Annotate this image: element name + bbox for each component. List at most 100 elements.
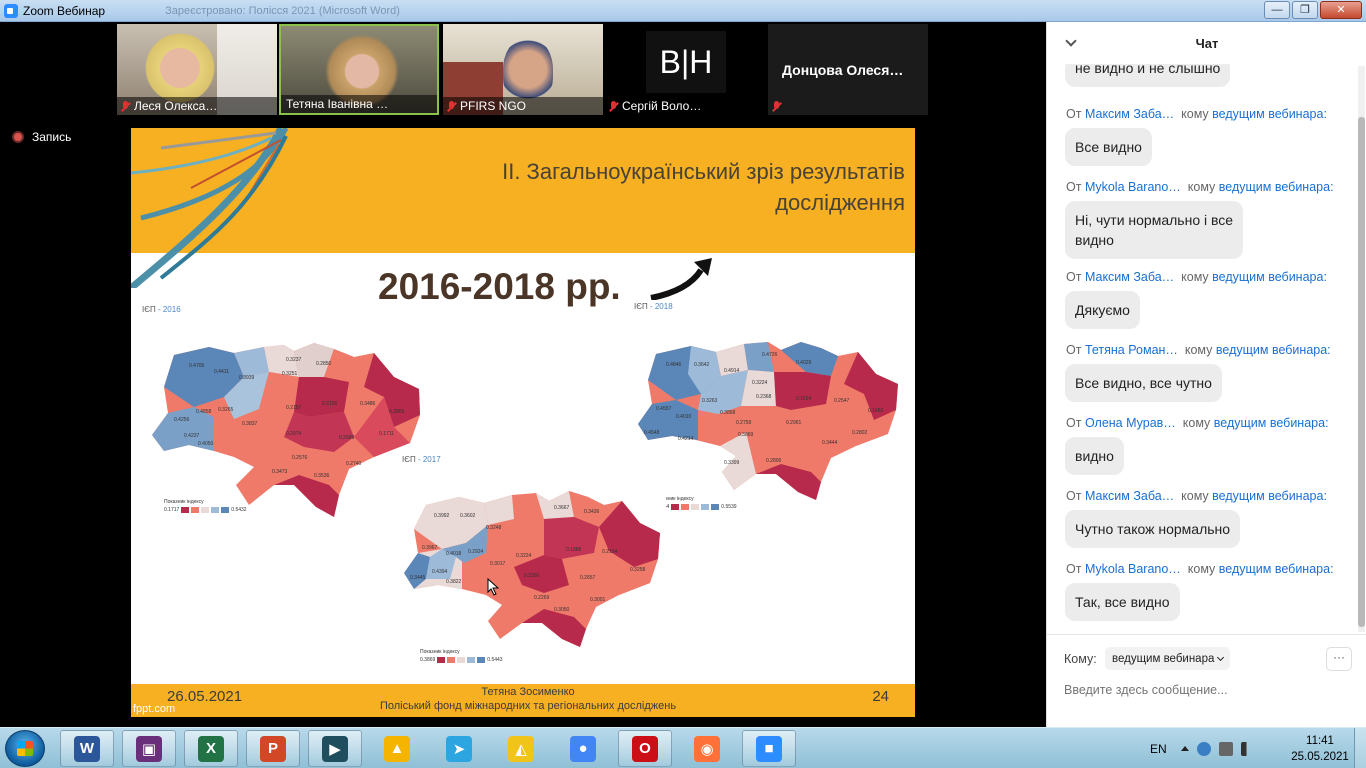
taskbar-excel-button[interactable]: X — [184, 730, 238, 767]
chat-message-bubble: не видно и не слышно — [1065, 64, 1231, 87]
participant-name-bar — [768, 97, 928, 115]
chat-scrollbar-thumb[interactable] — [1358, 117, 1365, 627]
network-icon[interactable] — [1218, 741, 1233, 756]
participant-name-bar: Тетяна Іванівна … — [281, 95, 437, 113]
svg-text:0.3251: 0.3251 — [282, 371, 298, 377]
svg-text:0.3445: 0.3445 — [410, 575, 426, 581]
svg-text:0.4018: 0.4018 — [446, 551, 462, 557]
taskbar-telegram-button[interactable]: ➤ — [432, 730, 486, 767]
chat-message-bubble: видно — [1065, 437, 1124, 475]
excel-icon: X — [198, 735, 224, 762]
more-options-button[interactable]: ··· — [1326, 647, 1352, 671]
taskbar-word-button[interactable]: W — [60, 730, 114, 767]
firefox-icon: ◉ — [694, 735, 720, 762]
svg-text:0.2950: 0.2950 — [524, 573, 540, 579]
taskbar-chrome-button[interactable]: ● — [556, 730, 610, 767]
participant-name: Леся Олекса… — [134, 99, 218, 113]
window-controls: — ❐ ✕ — [1264, 1, 1362, 19]
participant-tile[interactable]: PFIRS NGO — [443, 24, 603, 115]
svg-text:0.4256: 0.4256 — [174, 417, 190, 423]
participant-tile[interactable]: Тетяна Іванівна … — [279, 24, 439, 115]
taskbar-firefox-button[interactable]: ◉ — [680, 730, 734, 767]
map-legend: Показник індексу 0.1664 0.5539 — [654, 496, 737, 510]
slide-title: ІІ. Загальноукраїнський зріз результатів… — [385, 156, 905, 218]
chat-message-bubble: Все видно, все чутно — [1065, 364, 1222, 402]
svg-text:0.3263: 0.3263 — [702, 398, 718, 404]
start-button[interactable] — [5, 730, 45, 767]
slide-title-line-1: ІІ. Загальноукраїнський зріз результатів — [502, 159, 905, 184]
taskbar-powerpoint-button[interactable]: P — [246, 730, 300, 767]
svg-text:0.4726: 0.4726 — [762, 352, 778, 358]
decorative-arrows — [131, 128, 289, 288]
ukraine-map-2017: 0.3992 0.3602 0.3667 0.3436 0.3248 0.396… — [404, 491, 660, 647]
powerpoint-icon: P — [260, 735, 286, 762]
show-desktop-button[interactable] — [1354, 728, 1366, 768]
background-window-title: Зареєстровано: Полісся 2021 (Microsoft W… — [165, 4, 400, 17]
chevron-down-icon — [1217, 653, 1225, 661]
tray-expand-icon[interactable] — [1180, 746, 1189, 751]
maximize-button[interactable]: ❐ — [1292, 1, 1318, 19]
language-indicator[interactable]: EN — [1150, 742, 1167, 756]
map-label: ІЄП - 2017 — [402, 455, 441, 464]
svg-text:0.3050: 0.3050 — [554, 607, 570, 613]
chat-message-meta: От Максим Заба… кому ведущим вебинара: — [1066, 489, 1327, 503]
participant-tile[interactable]: В|Н Сергій Воло… — [605, 24, 765, 115]
map-legend: Показник індексу 0.1717 0.5432 — [164, 499, 247, 513]
svg-text:0.2802: 0.2802 — [852, 430, 868, 436]
chat-message-bubble: Ні, чути нормально і все видно — [1065, 201, 1244, 259]
close-button[interactable]: ✕ — [1320, 1, 1362, 19]
svg-text:0.4010: 0.4010 — [676, 414, 692, 420]
svg-text:0.4846: 0.4846 — [666, 362, 682, 368]
svg-text:0.3939: 0.3939 — [239, 375, 255, 381]
recording-label: Запись — [32, 130, 72, 144]
participant-tile[interactable]: Донцова Олеся… — [768, 24, 928, 115]
recording-indicator[interactable]: Запись — [12, 130, 71, 144]
svg-text:0.3473: 0.3473 — [272, 469, 288, 475]
minimize-button[interactable]: — — [1264, 1, 1290, 19]
shared-screen-slide: ІІ. Загальноукраїнський зріз результатів… — [131, 128, 915, 717]
svg-text:0.3258: 0.3258 — [630, 567, 646, 573]
chat-compose-area: Кому: ведущим вебинара ··· — [1047, 634, 1366, 727]
system-clock[interactable]: 11:41 25.05.2021 — [1290, 733, 1350, 765]
zoom-webinar-window: Zoom Вебинар Зареєстровано: Полісся 2021… — [0, 0, 1366, 768]
chat-panel: Чат не видно и не слышно От Максим Заба…… — [1046, 22, 1366, 727]
volume-icon[interactable] — [1240, 741, 1255, 756]
taskbar-google-drive-button[interactable]: ▲ — [370, 730, 424, 767]
chat-message-bubble: Дякуємо — [1065, 291, 1140, 329]
svg-text:0.3992: 0.3992 — [434, 513, 450, 519]
participant-tile[interactable]: Леся Олекса… — [117, 24, 277, 115]
participant-name-center: Донцова Олеся… — [782, 62, 904, 78]
chat-message-meta: От Тетяна Роман… кому ведущим вебинара: — [1066, 343, 1331, 357]
chevron-down-icon[interactable] — [1065, 35, 1077, 47]
recipient-dropdown[interactable]: ведущим вебинара — [1105, 647, 1231, 670]
svg-text:0.4214: 0.4214 — [678, 436, 694, 442]
map-panel-2017: ІЄП - 2017 0.3992 0.3602 0.3667 0.3436 0… — [394, 453, 666, 678]
archicad-icon: ◭ — [508, 735, 534, 762]
chat-message-meta: От Mykola Barano… кому ведущим вебинара: — [1066, 562, 1334, 576]
chat-header: Чат — [1047, 22, 1366, 64]
svg-text:0.3642: 0.3642 — [694, 362, 710, 368]
svg-text:0.3837: 0.3837 — [242, 421, 258, 427]
tray-app-icon[interactable] — [1196, 741, 1211, 756]
taskbar-screen-recorder-button[interactable]: ▶ — [308, 730, 362, 767]
taskbar-zoom-button[interactable]: ■ — [742, 730, 796, 767]
telegram-icon: ➤ — [446, 735, 472, 762]
svg-text:0.3869: 0.3869 — [738, 432, 754, 438]
chat-message-input[interactable] — [1064, 679, 1354, 701]
taskbar-archicad-button[interactable]: ◭ — [494, 730, 548, 767]
svg-text:0.2368: 0.2368 — [756, 394, 772, 400]
system-tray: EN — [1150, 728, 1263, 768]
muted-mic-icon — [609, 100, 618, 112]
svg-text:0.3868: 0.3868 — [720, 410, 736, 416]
svg-text:0.4237: 0.4237 — [184, 433, 200, 439]
record-icon — [12, 131, 24, 143]
screen-recorder-icon: ▶ — [322, 735, 348, 762]
window-title: Zoom Вебинар — [23, 3, 106, 18]
chat-messages[interactable]: не видно и не слышно От Максим Заба… ком… — [1047, 64, 1357, 634]
taskbar-opera-button[interactable]: O — [618, 730, 672, 767]
recipient-label: Кому: — [1064, 652, 1097, 666]
participant-video-strip: Леся Олекса… Тетяна Іванівна … PFIRS NGO… — [0, 22, 1046, 118]
chat-message-bubble: Чутно також нормально — [1065, 510, 1241, 548]
taskbar-save-button[interactable]: ▣ — [122, 730, 176, 767]
recipient-value: ведущим вебинара — [1112, 652, 1215, 665]
